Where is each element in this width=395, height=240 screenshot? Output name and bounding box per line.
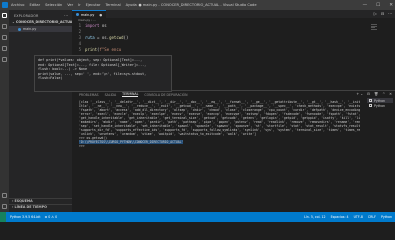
terminal-item[interactable]: Python [367, 103, 393, 108]
menu-ir[interactable]: Ir [78, 3, 81, 7]
terminal-label: Python [374, 98, 386, 103]
timeline-section[interactable]: › LÍNEA DE TIEMPO [9, 204, 72, 210]
signature-line: flush=False) [38, 76, 63, 81]
tab-problems[interactable]: PROBLEMAS [79, 93, 99, 97]
language-mode[interactable]: Python [381, 215, 392, 219]
terminal-line: >>> [79, 144, 85, 148]
menu-archivo[interactable]: Archivo [11, 3, 24, 7]
tab-label: main.py [81, 12, 95, 17]
menu-terminal[interactable]: Terminal [105, 3, 120, 7]
code-line[interactable]: 5 print(f"Se encu [72, 47, 395, 53]
tab-terminal[interactable]: TERMINAL [122, 92, 139, 97]
menu-ayuda[interactable]: Ayuda [126, 3, 137, 7]
editor-actions: ▷ ⊟ ··· [374, 11, 392, 16]
unsaved-dot-icon[interactable]: ● [99, 13, 102, 17]
gear-icon[interactable] [2, 204, 7, 209]
remote-indicator-icon[interactable] [0, 212, 6, 222]
editor-tabs: main.py ● [72, 10, 395, 18]
run-debug-icon[interactable] [2, 46, 7, 51]
panel-tabs: PROBLEMAS SALIDA TERMINAL CONSOLA DE DEP… [72, 91, 395, 98]
maximize-panel-icon[interactable]: ^ [382, 92, 385, 96]
account-icon[interactable] [2, 193, 7, 198]
more-icon[interactable]: ··· [388, 11, 392, 16]
code-token: os [99, 23, 107, 28]
signature-help-popup: def print(*values: object, sep: Optional… [34, 55, 172, 92]
python-interpreter[interactable]: Python 3.9.5 64-bit [10, 215, 41, 219]
close-panel-icon[interactable]: ✕ [389, 92, 392, 96]
code-token: print [85, 47, 98, 52]
indentation[interactable]: Espacios: 4 [331, 215, 349, 219]
code-token: = os. [94, 35, 110, 40]
menu-bar: Archivo Editar Selección Ver Ir Ejecutar… [11, 3, 137, 7]
code-token: import [85, 23, 100, 28]
code-token: () [123, 35, 129, 40]
maximize-button[interactable]: ☐ [376, 3, 380, 8]
split-terminal-icon[interactable]: ⊟ [367, 92, 370, 96]
title-bar: Archivo Editar Selección Ver Ir Ejecutar… [0, 0, 395, 10]
status-right: Lín. 5, col. 12 Espacios: 4 UTF-8 CRLF P… [304, 215, 392, 219]
tab-output[interactable]: SALIDA [105, 93, 117, 97]
terminal-label: Python [374, 103, 386, 108]
status-bar: Python 3.9.5 64-bit ⊗ 0 ⚠ 0 Lín. 5, col.… [0, 212, 395, 222]
explorer-icon[interactable] [2, 13, 7, 18]
explorer-title: EXPLORADOR [14, 14, 39, 18]
problems-count[interactable]: ⊗ 0 ⚠ 0 [45, 215, 58, 219]
source-control-icon[interactable] [2, 35, 7, 40]
vscode-logo-icon [2, 2, 8, 8]
search-icon[interactable] [2, 24, 7, 29]
run-python-icon[interactable]: ▷ [374, 11, 377, 16]
panel-actions: + ⌄ ⊟ 🗑 ^ ✕ [356, 92, 392, 96]
new-terminal-button[interactable]: + ⌄ [356, 92, 363, 96]
code-token: ruta [85, 35, 95, 40]
python-file-icon [18, 27, 21, 31]
bottom-panel: PROBLEMAS SALIDA TERMINAL CONSOLA DE DEP… [72, 90, 395, 212]
cursor-position[interactable]: Lín. 5, col. 12 [304, 215, 325, 219]
terminal-icon [369, 99, 372, 102]
more-actions-icon[interactable]: ··· [64, 13, 68, 18]
menu-ver[interactable]: Ver [67, 3, 73, 7]
explorer-sidebar: EXPLORADOR ··· ⌄ CONOCER_DIRECTORIO_ACTU… [9, 10, 72, 212]
terminal-list: Python Python [367, 98, 393, 108]
window-controls: — ☐ ✕ [363, 0, 393, 10]
code-area[interactable]: 1 import os 2 3 ruta = os. getcwd() 4 5 print(f"… [72, 23, 395, 53]
terminal-output[interactable]: [clas '__class__', '__delattr__', '__dic… [79, 100, 360, 148]
python-file-icon [76, 13, 79, 16]
encoding[interactable]: UTF-8 [354, 215, 363, 219]
minimap[interactable] [371, 23, 381, 33]
split-editor-icon[interactable]: ⊟ [381, 11, 384, 16]
line-ending[interactable]: CRLF [368, 215, 376, 219]
extensions-icon[interactable] [2, 57, 7, 62]
terminal-icon [369, 104, 372, 107]
menu-editar[interactable]: Editar [29, 3, 40, 7]
tab-main-py[interactable]: main.py ● [72, 10, 107, 18]
close-button[interactable]: ✕ [389, 3, 393, 8]
tab-debug-console[interactable]: CONSOLA DE DEPURACIÓN [144, 93, 187, 97]
line-number: 5 [78, 47, 81, 52]
menu-ejecutar[interactable]: Ejecutar [86, 3, 101, 7]
file-item-main-py[interactable]: main.py [9, 26, 72, 32]
code-token: f"Se encu [99, 47, 122, 52]
trash-icon[interactable]: 🗑 [374, 92, 378, 96]
activity-bar [0, 10, 9, 212]
code-token: getcwd [109, 35, 124, 40]
minimize-button[interactable]: — [363, 3, 368, 8]
menu-seleccion[interactable]: Selección [45, 3, 62, 7]
file-name: main.py [23, 27, 37, 31]
